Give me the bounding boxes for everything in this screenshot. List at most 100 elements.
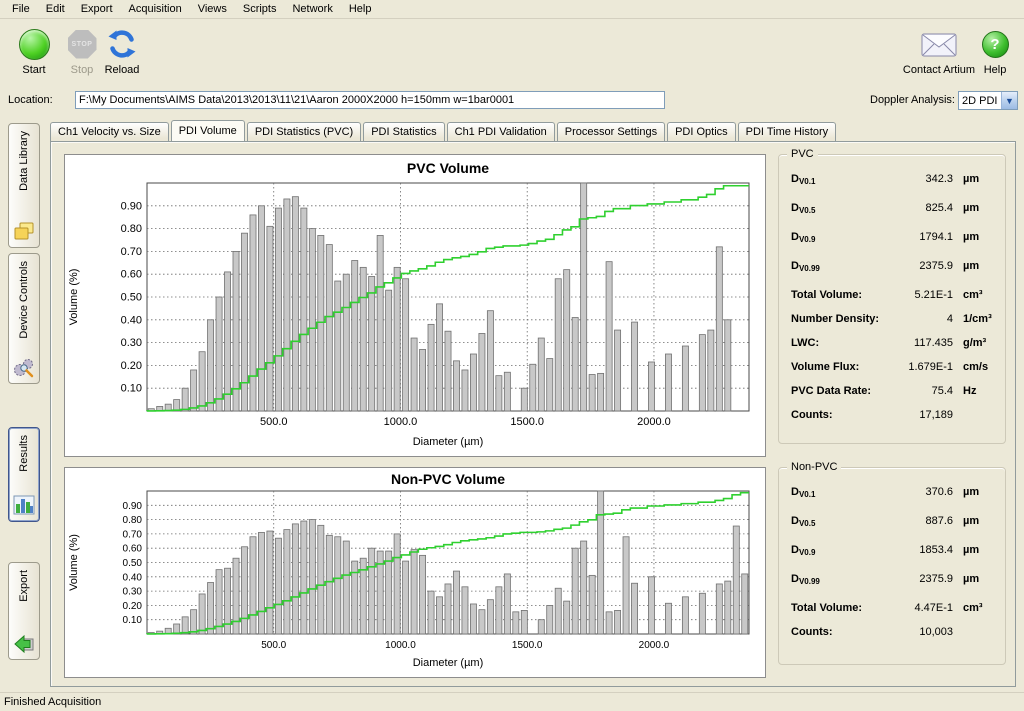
stat-label: DV0.99 [791, 260, 887, 273]
stat-row-d-v0-5: DV0.5887.6µm [791, 515, 997, 544]
stat-label-subscript: V0.5 [799, 206, 815, 215]
menu-network[interactable]: Network [284, 1, 340, 17]
menu-scripts[interactable]: Scripts [235, 1, 285, 17]
nonpvc-stats-rows: DV0.1370.6µmDV0.5887.6µmDV0.91853.4µmDV0… [791, 486, 997, 650]
stat-label-subscript: V0.9 [799, 235, 815, 244]
start-button-label: Start [8, 64, 60, 76]
svg-text:0.90: 0.90 [121, 200, 142, 212]
contact-artium-button-label: Contact Artium [900, 64, 978, 76]
svg-text:0.30: 0.30 [121, 337, 142, 349]
reload-button[interactable]: Reload [96, 26, 148, 76]
tab-pdi-statistics[interactable]: PDI Statistics [363, 122, 444, 141]
stat-label-subscript: V0.5 [799, 519, 815, 528]
menu-views[interactable]: Views [190, 1, 235, 17]
location-input[interactable]: F:\My Documents\AIMS Data\2013\2013\11\2… [75, 91, 665, 109]
stat-value: 887.6 [887, 515, 953, 527]
svg-text:2000.0: 2000.0 [637, 416, 671, 428]
location-bar: Location: F:\My Documents\AIMS Data\2013… [0, 88, 1024, 116]
stat-label-text: Total Volume: [791, 602, 862, 614]
contact-artium-button[interactable]: Contact Artium [900, 26, 978, 76]
pvc-volume-chart-svg: 0.100.200.300.400.500.600.700.800.90500.… [65, 155, 765, 456]
stat-unit: cm³ [953, 289, 997, 301]
svg-text:0.50: 0.50 [123, 558, 143, 569]
stat-value: 17,189 [887, 409, 953, 421]
stat-value: 5.21E-1 [887, 289, 953, 301]
stat-label: LWC: [791, 337, 887, 350]
stat-label-text: Total Volume: [791, 289, 862, 301]
stat-label-text: D [791, 515, 799, 527]
stat-label-subscript: V0.99 [799, 577, 820, 586]
export-arrow-icon [13, 632, 35, 654]
svg-text:0.60: 0.60 [123, 544, 143, 555]
folders-icon [13, 220, 35, 242]
menu-edit[interactable]: Edit [38, 1, 73, 17]
stat-row-pvc-data-rate: PVC Data Rate:75.4Hz [791, 385, 997, 409]
tab-pdi-volume[interactable]: PDI Volume [171, 120, 245, 141]
tab-pdi-time-history[interactable]: PDI Time History [738, 122, 837, 141]
stat-label-text: LWC: [791, 337, 819, 349]
gears-icon [13, 356, 35, 378]
stat-row-volume-flux: Volume Flux: 1.679E-1cm/s [791, 361, 997, 385]
svg-text:0.70: 0.70 [121, 246, 142, 258]
menu-bar: FileEditExportAcquisitionViewsScriptsNet… [0, 0, 1024, 19]
tab-ch1-velocity-vs-size[interactable]: Ch1 Velocity vs. Size [50, 122, 169, 141]
stat-unit: cm/s [953, 361, 997, 373]
stat-row-d-v0-9: DV0.91794.1µm [791, 231, 997, 260]
nonpvc-volume-chart: 0.100.200.300.400.500.600.700.800.90500.… [64, 467, 766, 678]
pvc-volume-chart: 0.100.200.300.400.500.600.700.800.90500.… [64, 154, 766, 457]
stat-label: DV0.99 [791, 573, 887, 586]
stat-value: 1853.4 [887, 544, 953, 556]
pvc-stats-rows: DV0.1342.3µmDV0.5825.4µmDV0.91794.1µmDV0… [791, 173, 997, 433]
sidebar-item-results[interactable]: Results [8, 427, 40, 522]
help-button[interactable]: ?Help [975, 26, 1015, 76]
stat-value: 75.4 [887, 385, 953, 397]
stat-value: 342.3 [887, 173, 953, 185]
envelope-icon [900, 26, 978, 62]
doppler-analysis-select[interactable]: 2D PDI ▼ [958, 91, 1018, 110]
tab-pdi-optics[interactable]: PDI Optics [667, 122, 736, 141]
stat-row-d-v0-1: DV0.1370.6µm [791, 486, 997, 515]
start-icon [8, 26, 60, 62]
stat-label-text: D [791, 202, 799, 214]
stat-unit: µm [953, 260, 997, 272]
start-button[interactable]: Start [8, 26, 60, 76]
svg-text:0.60: 0.60 [121, 269, 142, 281]
stat-label: Number Density: [791, 313, 887, 326]
stat-unit: µm [953, 173, 997, 185]
pvc-stats-groupbox: PVC DV0.1342.3µmDV0.5825.4µmDV0.91794.1µ… [778, 154, 1006, 444]
stat-label-text: D [791, 486, 799, 498]
stat-label: PVC Data Rate: [791, 385, 887, 398]
stat-label: DV0.1 [791, 486, 887, 499]
menu-acquisition[interactable]: Acquisition [121, 1, 190, 17]
stat-row-number-density: Number Density:41/cm³ [791, 313, 997, 337]
stat-unit: µm [953, 573, 997, 585]
stat-label-text: Counts: [791, 409, 833, 421]
help-icon: ? [975, 26, 1015, 62]
stat-unit: µm [953, 202, 997, 214]
stat-value: 4 [887, 313, 953, 325]
menu-export[interactable]: Export [73, 1, 121, 17]
sidebar-item-device-controls[interactable]: Device Controls [8, 253, 40, 384]
svg-text:1500.0: 1500.0 [512, 640, 543, 651]
stat-row-d-v0-5: DV0.5825.4µm [791, 202, 997, 231]
stat-row-d-v0-99: DV0.992375.9µm [791, 573, 997, 602]
pvc-groupbox-title: PVC [787, 148, 818, 160]
stat-value: 1794.1 [887, 231, 953, 243]
menu-help[interactable]: Help [341, 1, 380, 17]
stat-label-text: D [791, 544, 799, 556]
stat-unit: Hz [953, 385, 997, 397]
stat-label-text: Volume Flux: [791, 361, 859, 373]
tab-pdi-statistics-pvc[interactable]: PDI Statistics (PVC) [247, 122, 361, 141]
stat-value: 1.679E-1 [887, 361, 953, 373]
menu-file[interactable]: File [4, 1, 38, 17]
stat-unit: 1/cm³ [953, 313, 997, 325]
chevron-down-icon[interactable]: ▼ [1001, 92, 1017, 109]
sidebar-item-data-library[interactable]: Data Library [8, 123, 40, 248]
sidebar-item-export[interactable]: Export [8, 562, 40, 660]
stat-row-counts: Counts: 17,189 [791, 409, 997, 433]
svg-text:500.0: 500.0 [260, 416, 288, 428]
tab-processor-settings[interactable]: Processor Settings [557, 122, 665, 141]
tab-ch1-pdi-validation[interactable]: Ch1 PDI Validation [447, 122, 555, 141]
stat-unit: g/m³ [953, 337, 997, 349]
stat-value: 117.435 [887, 337, 953, 349]
